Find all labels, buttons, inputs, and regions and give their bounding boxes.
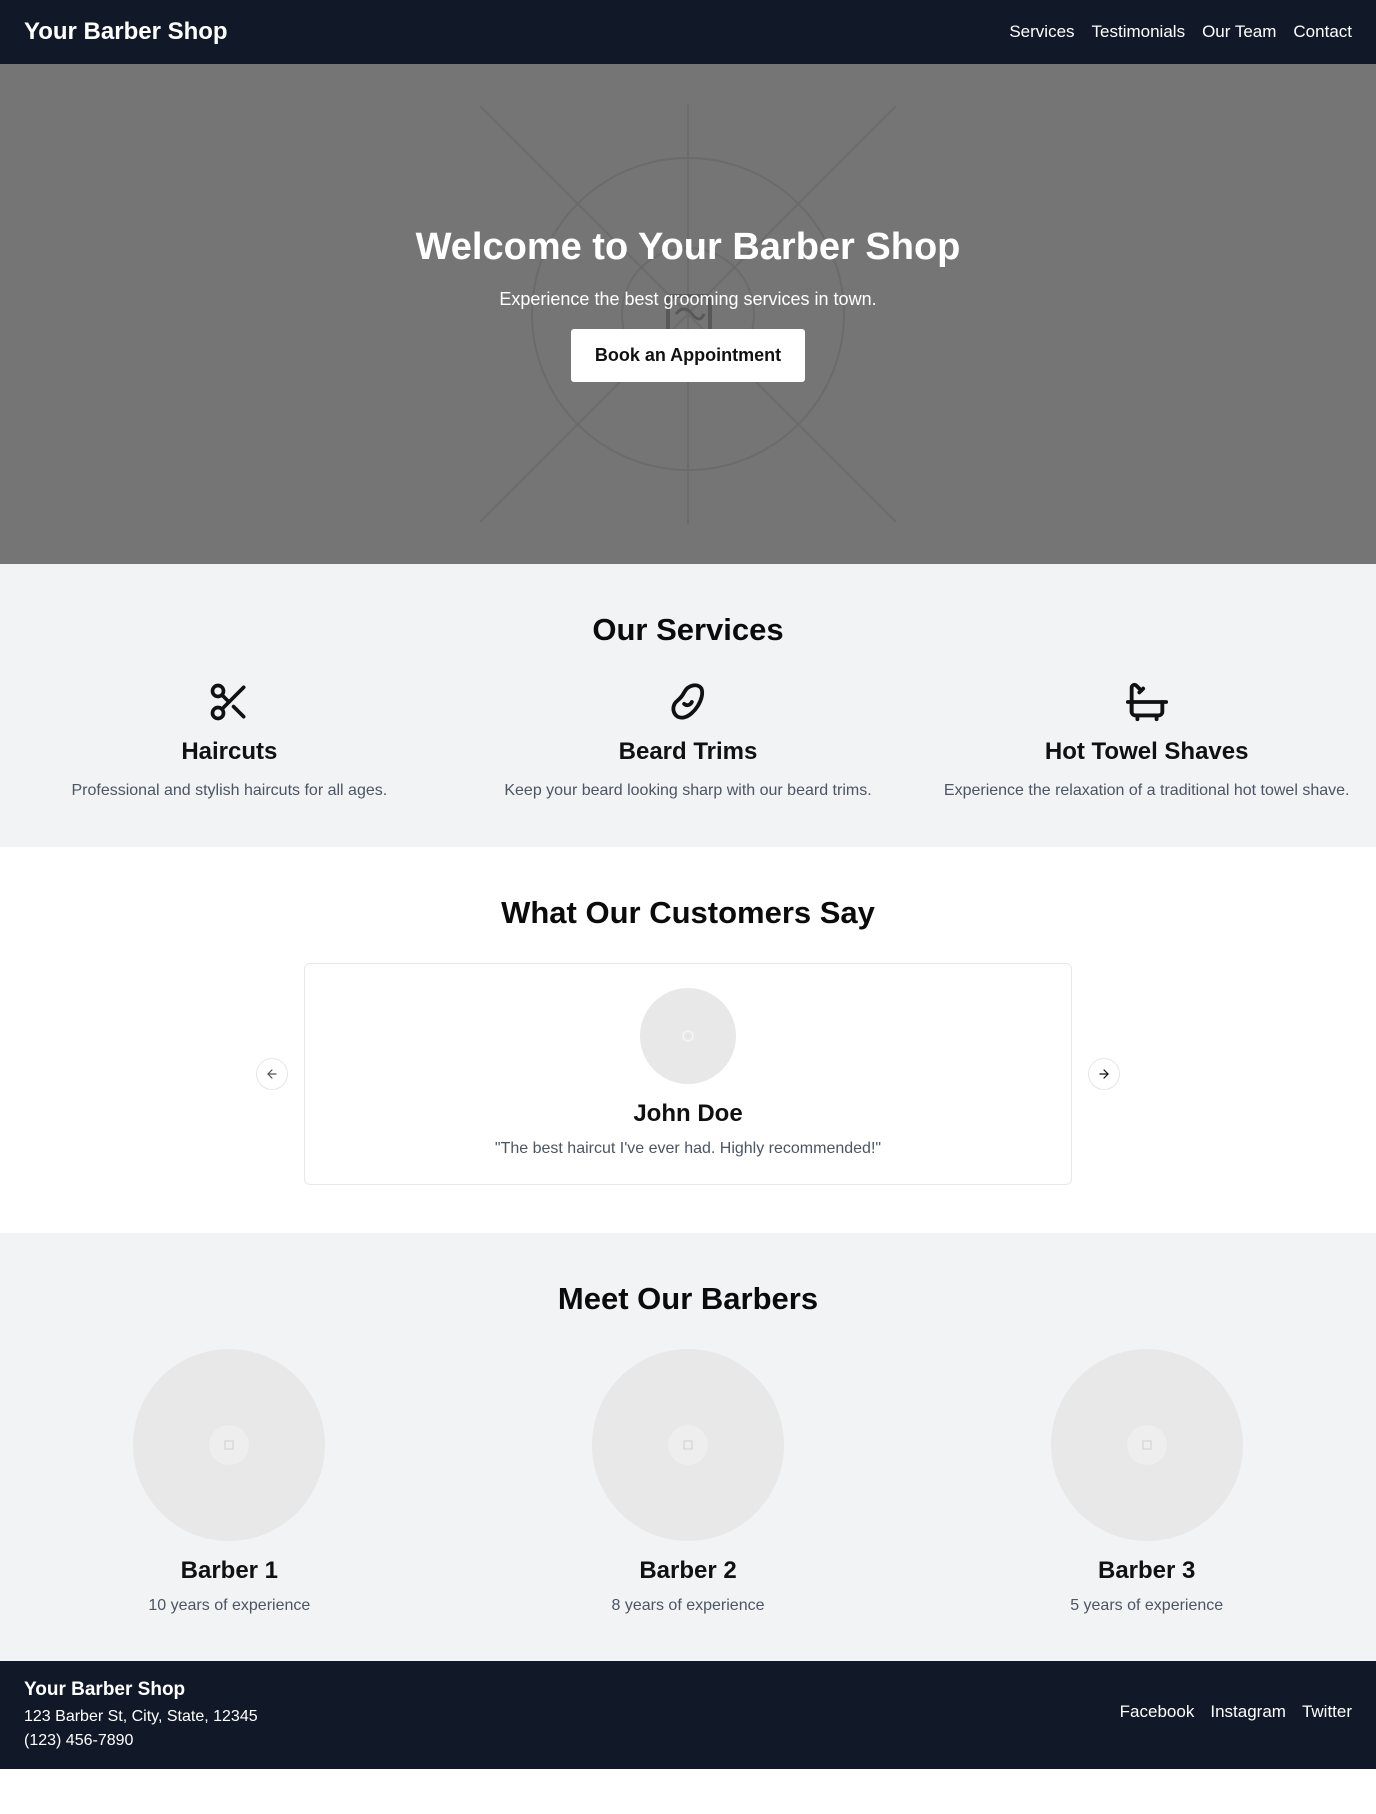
barber-experience: 5 years of experience [1070,1597,1224,1614]
service-description: Keep your beard looking sharp with our b… [504,782,872,799]
footer-phone: (123) 456-7890 [24,1732,134,1749]
nav-links: Services Testimonials Our Team Contact [1009,22,1352,42]
testimonials-title: What Our Customers Say [501,895,875,930]
image-placeholder-icon [1126,1425,1167,1465]
testimonial-author: John Doe [633,1100,743,1127]
hero-content: Welcome to Your Barber Shop Experience t… [415,226,961,382]
image-placeholder-icon [209,1425,250,1465]
testimonials-section: What Our Customers Say John Doe "The bes… [0,847,1376,1233]
footer-social-links: Facebook Instagram Twitter [1120,1702,1352,1722]
book-appointment-button[interactable]: Book an Appointment [570,329,806,382]
services-section: Our Services Haircuts Professional and s… [0,564,1376,847]
service-card-haircuts: Haircuts Professional and stylish haircu… [0,678,459,803]
barber-name: Barber 3 [1097,1557,1196,1584]
services-title: Our Services [592,612,784,647]
brand-logo-text[interactable]: Your Barber Shop [24,18,228,46]
barber-experience: 8 years of experience [611,1597,765,1614]
social-link-facebook[interactable]: Facebook [1120,1702,1195,1722]
service-description: Professional and stylish haircuts for al… [71,782,388,799]
barber-card: Barber 3 5 years of experience [917,1349,1376,1615]
team-title: Meet Our Barbers [557,1281,819,1316]
arrow-right-icon [1099,1069,1109,1079]
nav-link-testimonials[interactable]: Testimonials [1092,22,1186,42]
social-link-instagram[interactable]: Instagram [1210,1702,1286,1722]
testimonial-card: John Doe "The best haircut I've ever had… [304,963,1072,1185]
testimonial-carousel: John Doe "The best haircut I've ever had… [256,963,1120,1185]
image-placeholder-icon [682,1030,694,1042]
scissors-icon [20,678,439,726]
barber-photo [592,1349,784,1541]
hero-section: Welcome to Your Barber Shop Experience t… [0,64,1376,564]
arrow-left-icon [267,1069,277,1079]
footer-address: 123 Barber St, City, State, 12345 [24,1708,258,1725]
service-description: Experience the relaxation of a tradition… [943,782,1350,799]
nav-link-our-team[interactable]: Our Team [1202,22,1276,42]
testimonial-quote: "The best haircut I've ever had. Highly … [494,1140,882,1157]
service-name: Beard Trims [618,738,758,765]
avatar [640,988,736,1084]
barber-name: Barber 1 [180,1557,279,1584]
hero-title: Welcome to Your Barber Shop [415,226,961,268]
services-grid: Haircuts Professional and stylish haircu… [0,678,1376,803]
service-card-beard-trims: Beard Trims Keep your beard looking shar… [459,678,918,803]
image-placeholder-icon [668,1425,708,1465]
footer-contact-info: Your Barber Shop 123 Barber St, City, St… [24,1679,258,1753]
carousel-next-button[interactable] [1088,1058,1120,1090]
service-name: Haircuts [181,738,278,765]
footer-brand: Your Barber Shop [24,1679,186,1700]
barber-card: Barber 1 10 years of experience [0,1349,459,1615]
service-card-hot-towel-shaves: Hot Towel Shaves Experience the relaxati… [917,678,1376,803]
barbers-grid: Barber 1 10 years of experience Barber 2… [0,1349,1376,1615]
team-section: Meet Our Barbers Barber 1 10 years of ex… [0,1233,1376,1661]
bathtub-icon [937,678,1356,726]
barber-card: Barber 2 8 years of experience [459,1349,918,1615]
service-name: Hot Towel Shaves [1044,738,1249,765]
barber-photo [133,1349,326,1541]
nav-link-contact[interactable]: Contact [1293,22,1352,42]
top-navbar: Your Barber Shop Services Testimonials O… [0,0,1376,64]
carousel-prev-button[interactable] [256,1058,288,1090]
beard-icon [479,678,898,726]
hero-subtitle: Experience the best grooming services in… [499,289,877,309]
social-link-twitter[interactable]: Twitter [1302,1702,1352,1722]
barber-experience: 10 years of experience [148,1597,311,1614]
barber-photo [1050,1349,1243,1541]
barber-name: Barber 2 [639,1557,737,1584]
site-footer: Your Barber Shop 123 Barber St, City, St… [0,1661,1376,1769]
nav-link-services[interactable]: Services [1009,22,1074,42]
